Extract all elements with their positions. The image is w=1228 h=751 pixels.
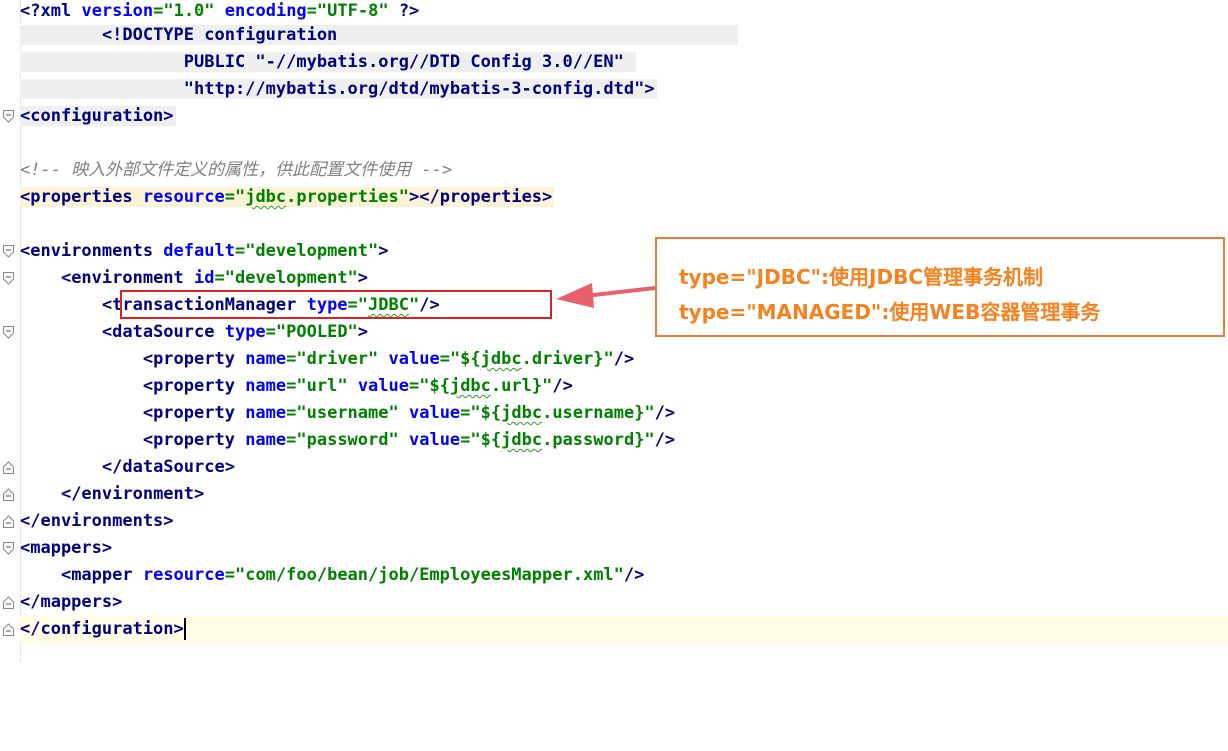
code-text[interactable]: <environment id="development"> — [20, 265, 368, 292]
fold-end-icon[interactable] — [3, 488, 14, 501]
code-line: </environment> — [0, 481, 204, 508]
fold-end-icon[interactable] — [3, 515, 14, 528]
annotation-line-managed: type="MANAGED":使用WEB容器管理事务 — [679, 300, 1101, 324]
current-line-highlight — [20, 616, 1228, 643]
code-line: </environments> — [0, 508, 174, 535]
code-text[interactable]: <property name="username" value="${jdbc.… — [20, 400, 675, 427]
code-text[interactable]: </environments> — [20, 508, 174, 535]
code-line: <property name="password" value="${jdbc.… — [0, 427, 675, 454]
code-line: <property name="username" value="${jdbc.… — [0, 400, 675, 427]
code-line: <transactionManager type="JDBC"/> — [0, 292, 440, 319]
code-line: <properties resource="jdbc.properties"><… — [0, 184, 555, 211]
fold-collapse-icon[interactable] — [3, 542, 14, 555]
code-line: <property name="url" value="${jdbc.url}"… — [0, 373, 573, 400]
comment-text[interactable]: <!-- 映入外部文件定义的属性，供此配置文件使用 --> — [20, 157, 452, 184]
code-text[interactable]: </environment> — [20, 481, 204, 508]
code-line: <!-- 映入外部文件定义的属性，供此配置文件使用 --> — [0, 157, 452, 184]
annotation-line-jdbc: type="JDBC":使用JDBC管理事务机制 — [679, 265, 1044, 289]
highlight-box — [120, 290, 552, 319]
code-text[interactable]: <property name="password" value="${jdbc.… — [20, 427, 675, 454]
code-text[interactable]: </configuration> — [20, 616, 186, 643]
code-text[interactable]: <configuration> — [20, 103, 176, 130]
code-line: </mappers> — [0, 589, 122, 616]
fold-end-icon[interactable] — [3, 623, 14, 636]
fold-collapse-icon[interactable] — [3, 326, 14, 339]
code-line-current: </configuration> — [0, 616, 1228, 643]
code-text[interactable]: <dataSource type="POOLED"> — [20, 319, 368, 346]
code-line: PUBLIC "-//mybatis.org//DTD Config 3.0//… — [0, 49, 637, 76]
code-text[interactable]: <property name="url" value="${jdbc.url}"… — [20, 373, 573, 400]
code-line: "http://mybatis.org/dtd/mybatis-3-config… — [0, 76, 657, 103]
code-text[interactable]: <property name="driver" value="${jdbc.dr… — [20, 346, 634, 373]
code-text[interactable]: PUBLIC "-//mybatis.org//DTD Config 3.0//… — [20, 49, 637, 76]
code-line: <dataSource type="POOLED"> — [0, 319, 368, 346]
code-line: <environments default="development"> — [0, 238, 389, 265]
code-line: <mappers> — [0, 535, 112, 562]
code-line: </dataSource> — [0, 454, 235, 481]
code-line: <configuration> — [0, 103, 176, 130]
fold-collapse-icon[interactable] — [3, 272, 14, 285]
code-line: <property name="driver" value="${jdbc.dr… — [0, 346, 634, 373]
code-line: <!DOCTYPE configuration — [0, 22, 739, 49]
annotation-callout: type="JDBC":使用JDBC管理事务机制 type="MANAGED":… — [655, 237, 1225, 337]
code-line: <mapper resource="com/foo/bean/job/Emplo… — [0, 562, 644, 589]
fold-collapse-icon[interactable] — [3, 110, 14, 123]
code-text[interactable]: </mappers> — [20, 589, 122, 616]
code-text[interactable]: "http://mybatis.org/dtd/mybatis-3-config… — [20, 76, 657, 103]
code-text[interactable]: <environments default="development"> — [20, 238, 389, 265]
fold-end-icon[interactable] — [3, 461, 14, 474]
text-caret — [183, 618, 186, 640]
fold-collapse-icon[interactable] — [3, 245, 14, 258]
fold-end-icon[interactable] — [3, 596, 14, 609]
code-line: <environment id="development"> — [0, 265, 368, 292]
code-text[interactable]: <mapper resource="com/foo/bean/job/Emplo… — [20, 562, 644, 589]
code-text[interactable]: <mappers> — [20, 535, 112, 562]
xml-code-editor[interactable]: <?xml version="1.0" encoding="UTF-8" ?> … — [0, 0, 1228, 662]
code-text[interactable]: </dataSource> — [20, 454, 235, 481]
code-text[interactable]: <!DOCTYPE configuration — [20, 22, 739, 49]
code-text[interactable]: <properties resource="jdbc.properties"><… — [20, 184, 555, 211]
